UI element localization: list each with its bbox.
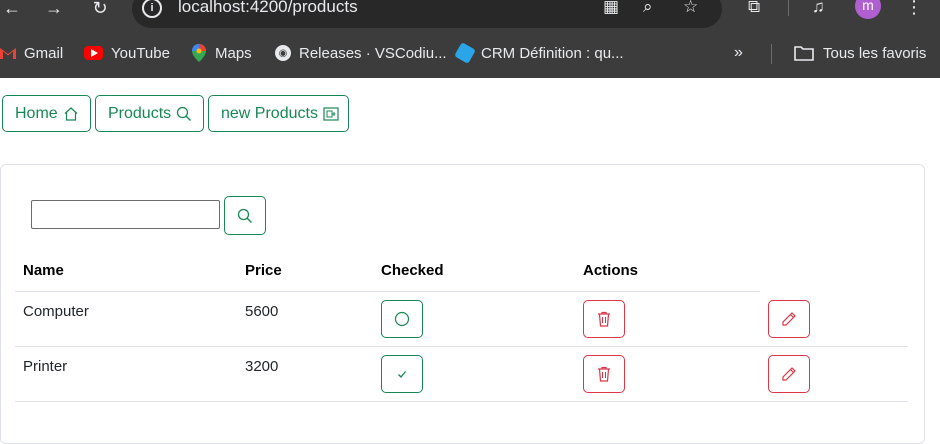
bookmark-label: Gmail — [24, 44, 64, 62]
house-icon — [64, 106, 78, 121]
edit-button[interactable] — [768, 355, 810, 393]
media-control-icon[interactable]: ♫ — [812, 0, 825, 17]
new-products-button[interactable]: new Products — [208, 95, 349, 132]
extensions-icon[interactable]: ⧉ — [748, 0, 760, 17]
bookmark-vscodium-releases[interactable]: ◉ Releases · VSCodiu... — [275, 42, 447, 64]
bookmark-star-icon[interactable]: ☆ — [683, 0, 698, 17]
cube-icon — [454, 42, 476, 64]
address-url[interactable]: localhost:4200/products — [178, 0, 358, 18]
pencil-icon — [782, 367, 796, 381]
check-icon — [398, 371, 407, 378]
translate-icon[interactable]: ▦ — [603, 0, 619, 17]
gmail-icon — [0, 45, 16, 61]
products-button[interactable]: Products — [95, 95, 204, 132]
database-add-icon — [323, 106, 339, 121]
bookmark-gmail[interactable]: Gmail — [0, 42, 63, 64]
row-divider — [15, 401, 908, 402]
search-button[interactable] — [224, 196, 266, 235]
chevron-double-right-icon[interactable]: » — [734, 44, 743, 62]
browser-menu-icon[interactable]: ⋮ — [904, 0, 924, 17]
bookmark-youtube[interactable]: YouTube — [84, 42, 170, 64]
check-toggle-button[interactable] — [381, 355, 423, 393]
profile-avatar[interactable]: m — [855, 0, 881, 19]
row-divider — [15, 346, 908, 347]
column-header-checked: Checked — [381, 262, 444, 279]
maps-icon — [191, 44, 207, 62]
bookmark-label: CRM Définition : qu... — [481, 44, 624, 62]
delete-button[interactable] — [583, 300, 625, 338]
search-icon — [237, 208, 252, 223]
bookmarks-divider — [771, 44, 772, 64]
delete-button[interactable] — [583, 355, 625, 393]
header-divider — [15, 291, 760, 292]
browser-nav-row: ← → ↻ i localhost:4200/products ▦ ⌕ ☆ ⧉ … — [0, 0, 940, 34]
search-input[interactable] — [31, 200, 220, 229]
bookmark-label: Releases · VSCodiu... — [299, 44, 447, 62]
column-header-price: Price — [245, 262, 282, 279]
zoom-icon[interactable]: ⌕ — [643, 0, 653, 17]
search-icon — [176, 106, 192, 121]
folder-icon — [793, 45, 815, 61]
github-icon: ◉ — [275, 45, 291, 61]
product-price: 5600 — [245, 303, 279, 320]
trash-icon — [598, 311, 610, 327]
home-label: Home — [15, 104, 58, 122]
column-header-actions: Actions — [583, 262, 639, 279]
reload-icon[interactable]: ↻ — [88, 0, 112, 20]
new-products-label: new Products — [221, 104, 318, 122]
browser-toolbar: ← → ↻ i localhost:4200/products ▦ ⌕ ☆ ⧉ … — [0, 0, 940, 78]
all-bookmarks-folder[interactable]: Tous les favoris — [793, 42, 926, 64]
bookmark-label: Maps — [215, 44, 252, 62]
all-bookmarks-label: Tous les favoris — [823, 44, 927, 62]
products-label: Products — [108, 104, 172, 122]
circle-icon — [394, 311, 410, 327]
toolbar-divider — [788, 0, 789, 16]
forward-arrow-icon[interactable]: → — [42, 0, 66, 20]
product-name: Printer — [23, 358, 68, 375]
column-header-name: Name — [23, 262, 64, 279]
check-toggle-button[interactable] — [381, 300, 423, 338]
bookmarks-bar: Gmail YouTube Maps ◉ Releases · VSCodiu.… — [0, 34, 940, 72]
pencil-icon — [782, 312, 796, 326]
home-button[interactable]: Home — [2, 95, 91, 132]
product-name: Computer — [23, 303, 89, 320]
bookmark-crm-definition[interactable]: CRM Définition : qu... — [454, 42, 624, 64]
trash-icon — [598, 366, 610, 382]
youtube-icon — [84, 46, 103, 60]
product-price: 3200 — [245, 358, 279, 375]
bookmark-label: YouTube — [111, 44, 170, 62]
bookmark-maps[interactable]: Maps — [191, 42, 252, 64]
back-arrow-icon[interactable]: ← — [0, 0, 24, 20]
edit-button[interactable] — [768, 300, 810, 338]
